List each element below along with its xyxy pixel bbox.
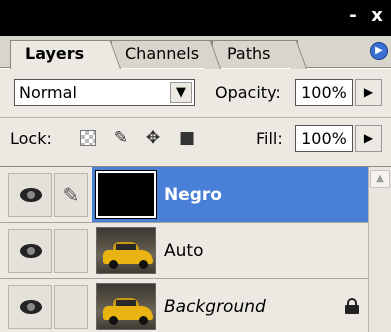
tab-paths-label: Paths bbox=[227, 44, 271, 63]
layer-row-auto[interactable]: Auto bbox=[0, 223, 368, 279]
minimize-button[interactable]: - bbox=[345, 4, 361, 28]
layers-list: ✎ Negro Auto Background ▲ bbox=[0, 166, 391, 332]
tab-layers-label: Layers bbox=[25, 44, 85, 63]
tab-paths[interactable]: Paths bbox=[212, 40, 307, 69]
lock-icon bbox=[345, 298, 359, 314]
chevron-down-icon[interactable]: ▼ bbox=[170, 82, 192, 103]
options-divider bbox=[0, 117, 391, 118]
tab-paths-edge bbox=[280, 41, 307, 69]
layer-thumbnail bbox=[96, 283, 156, 330]
blend-mode-select[interactable]: Normal ▼ bbox=[14, 79, 195, 106]
opacity-slider-arrow-icon[interactable]: ▶ bbox=[355, 79, 382, 106]
close-button[interactable]: x bbox=[368, 4, 386, 28]
link-cell[interactable] bbox=[54, 229, 88, 273]
brush-icon[interactable]: ✎ bbox=[54, 173, 88, 217]
link-cell[interactable] bbox=[54, 285, 88, 329]
eye-icon bbox=[20, 188, 42, 202]
opacity-label: Opacity: bbox=[215, 83, 281, 102]
layer-thumbnail bbox=[96, 227, 156, 274]
lock-image-icon[interactable]: ✎ bbox=[110, 127, 132, 149]
visibility-toggle[interactable] bbox=[8, 285, 52, 329]
layer-row-background[interactable]: Background bbox=[0, 279, 368, 332]
tab-layers[interactable]: Layers bbox=[10, 40, 121, 69]
scrollbar[interactable]: ▲ bbox=[368, 167, 391, 332]
tab-channels-label: Channels bbox=[125, 44, 200, 63]
opacity-input[interactable]: 100% bbox=[295, 79, 353, 106]
lock-transparent-icon[interactable] bbox=[80, 130, 96, 146]
lock-all-icon[interactable]: ■ bbox=[176, 127, 198, 149]
scroll-up-icon[interactable]: ▲ bbox=[370, 170, 390, 188]
tab-channels[interactable]: Channels bbox=[110, 40, 221, 69]
eye-icon bbox=[20, 244, 42, 258]
layer-options: Normal ▼ Opacity: 100% ▶ Lock: ✎ ✥ ■ Fil… bbox=[0, 69, 391, 166]
visibility-toggle[interactable] bbox=[8, 173, 52, 217]
layer-thumbnail bbox=[95, 170, 157, 219]
fill-slider-arrow-icon[interactable]: ▶ bbox=[355, 125, 382, 152]
eye-icon bbox=[20, 300, 42, 314]
lock-label: Lock: bbox=[10, 129, 52, 148]
lock-position-icon[interactable]: ✥ bbox=[142, 127, 164, 149]
layer-name[interactable]: Negro bbox=[164, 185, 222, 205]
panel-titlebar: - x bbox=[0, 0, 391, 36]
visibility-toggle[interactable] bbox=[8, 229, 52, 273]
tab-bar: Paths Channels Layers ▶ bbox=[0, 36, 391, 69]
layer-row-negro[interactable]: ✎ Negro bbox=[0, 167, 368, 223]
layer-name[interactable]: Auto bbox=[164, 241, 203, 261]
fill-input[interactable]: 100% bbox=[295, 125, 353, 152]
flyout-menu-icon[interactable]: ▶ bbox=[370, 42, 388, 60]
layer-name[interactable]: Background bbox=[164, 297, 266, 317]
fill-label: Fill: bbox=[256, 129, 283, 148]
blend-mode-value: Normal bbox=[19, 83, 77, 102]
